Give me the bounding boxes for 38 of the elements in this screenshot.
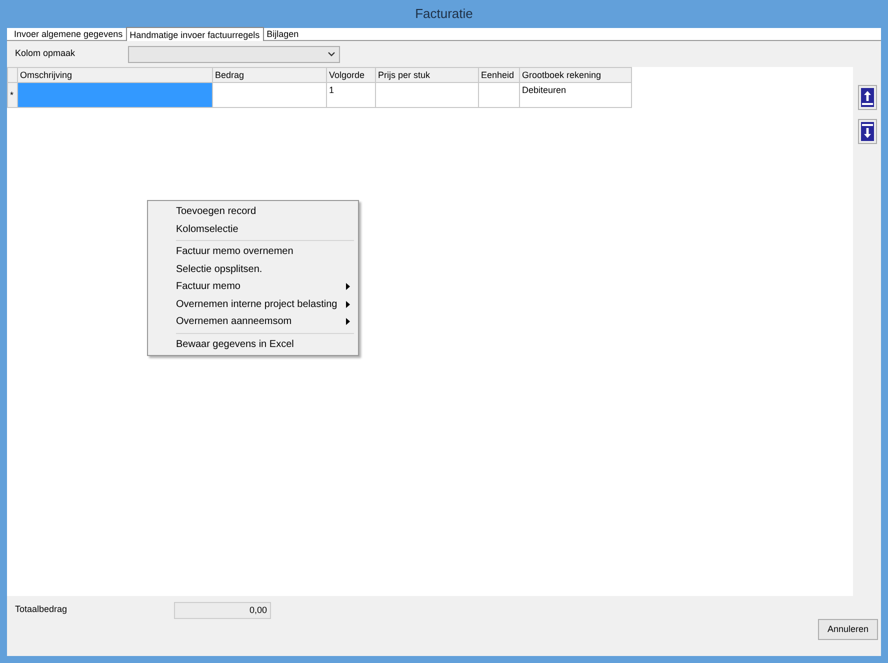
table-cell[interactable]: 1 <box>326 82 376 108</box>
column-header[interactable]: Eenheid <box>478 68 520 82</box>
arrow-up-icon <box>860 88 874 107</box>
menu-item[interactable]: Kolomselectie <box>150 220 356 238</box>
table-cell[interactable] <box>376 82 478 108</box>
submenu-arrow-icon <box>346 283 350 290</box>
column-header[interactable]: Omschrijving <box>18 68 212 82</box>
table-cell[interactable] <box>212 82 326 108</box>
menu-item[interactable]: Bewaar gegevens in Excel <box>150 336 356 353</box>
menu-item[interactable]: Overnemen aanneemsom <box>150 313 356 330</box>
tab[interactable]: Handmatige invoer factuurregels <box>126 27 264 41</box>
move-down-button[interactable] <box>858 119 876 144</box>
menu-item[interactable]: Factuur memo <box>150 278 356 296</box>
table-cell[interactable] <box>478 82 520 108</box>
column-header[interactable]: Bedrag <box>212 68 326 82</box>
menu-item[interactable]: Factuur memo overnemen <box>150 243 356 260</box>
total-field: 0,00 <box>174 602 271 618</box>
menu-item[interactable]: Selectie opsplitsen. <box>150 260 356 278</box>
move-up-button[interactable] <box>858 85 876 110</box>
submenu-arrow-icon <box>346 318 350 326</box>
tab[interactable]: Invoer algemene gegevens <box>11 28 126 40</box>
tab[interactable]: Bijlagen <box>264 28 302 40</box>
column-header[interactable]: Prijs per stuk <box>376 68 478 82</box>
arrow-down-icon <box>860 122 874 141</box>
table-cell[interactable]: Debiteuren <box>520 82 632 108</box>
menu-item[interactable]: Toevoegen record <box>150 203 356 220</box>
total-label: Totaalbedrag <box>15 603 68 616</box>
window-title: Facturatie <box>415 5 473 24</box>
cancel-button[interactable]: Annuleren <box>818 619 878 640</box>
submenu-arrow-icon <box>346 300 350 308</box>
column-header[interactable]: Volgorde <box>326 68 376 82</box>
chevron-icon <box>328 52 335 56</box>
field-label: Kolom opmaak <box>15 47 76 60</box>
menu-item[interactable]: Overnemen interne project belasting <box>150 296 356 313</box>
row-marker: * <box>8 82 18 108</box>
column-header[interactable]: Grootboek rekening <box>520 68 632 82</box>
table-cell[interactable] <box>18 82 212 108</box>
layout-dropdown[interactable] <box>128 46 340 62</box>
